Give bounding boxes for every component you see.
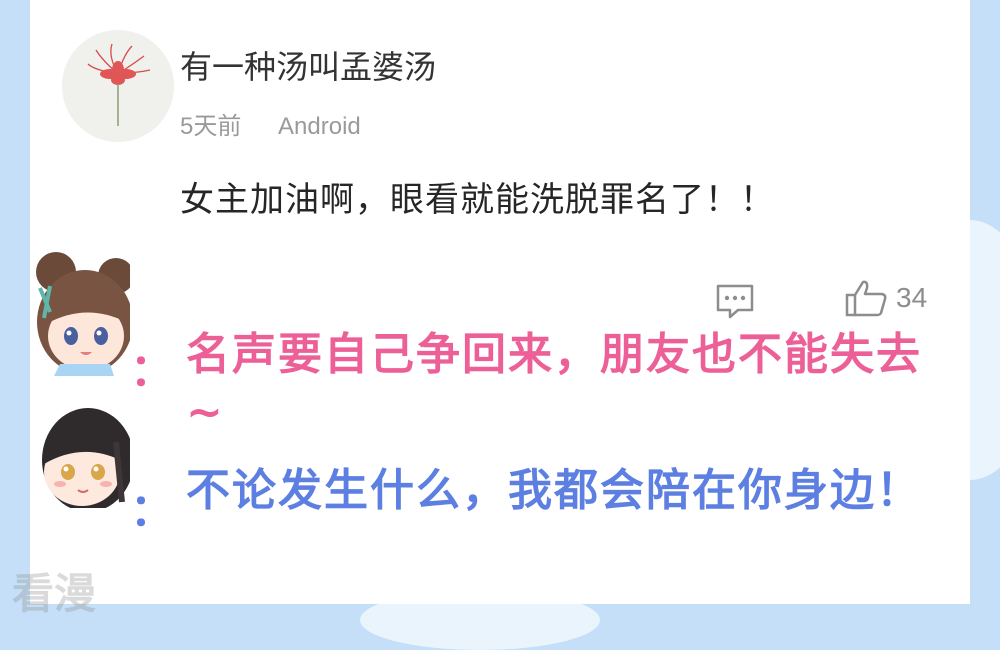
like-count: 34	[896, 282, 928, 313]
like-button[interactable]: 34	[844, 278, 927, 318]
character-avatar-2	[30, 402, 130, 508]
comment-card: LV 10 有一种汤叫孟婆汤 5天前 Android 女主加油啊，眼看就能洗脱罪…	[30, 0, 970, 604]
comment-bubble-icon	[716, 284, 754, 319]
comment-text: 女主加油啊，眼看就能洗脱罪名了！！	[180, 180, 775, 220]
username[interactable]: 有一种汤叫孟婆汤	[180, 42, 436, 88]
character-avatar-1	[30, 252, 130, 376]
thumbs-up-icon	[845, 280, 887, 317]
dialogue-line-2: 不论发生什么，我都会陪在你身边！	[186, 465, 922, 516]
dialogue-colon-1: ：	[130, 345, 174, 396]
spider-lily-icon	[62, 30, 174, 142]
post-time: 5天前	[180, 113, 242, 140]
reply-button[interactable]	[714, 282, 756, 320]
watermark: 看漫	[12, 569, 97, 618]
post-meta: 5天前 Android	[180, 106, 361, 141]
post-device: Android	[278, 113, 361, 140]
dialogue-colon-2: ：	[130, 485, 174, 536]
user-avatar[interactable]: LV 10	[62, 30, 174, 142]
dialogue-line-1: 名声要自己争回来，朋友也不能失去~	[186, 329, 922, 438]
